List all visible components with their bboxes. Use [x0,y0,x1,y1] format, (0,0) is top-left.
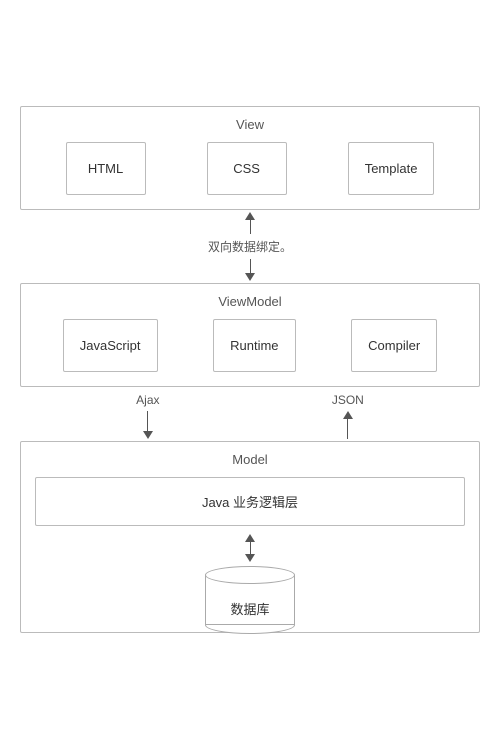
binding-arrow-section: 双向数据绑定。 [20,212,480,281]
diagram: View HTML CSS Template 双向数据绑定。 ViewModel… [20,106,480,633]
model-layer: Model Java 业务逻辑层 数据库 [20,441,480,633]
binding-label: 双向数据绑定。 [208,238,292,255]
arrow-head-down [245,273,255,281]
json-arrow-head [343,411,353,419]
database-cylinder: 数据库 [205,566,295,618]
javascript-box: JavaScript [63,319,158,372]
java-box: Java 业务逻辑层 [35,477,465,526]
arrow-head-up [245,212,255,220]
cyl-top [205,566,295,584]
double-arrow-down [245,259,255,281]
compiler-box: Compiler [351,319,437,372]
db-arrow-line [250,542,251,554]
ajax-arrow: Ajax [136,389,159,439]
split-arrow-section: Ajax JSON [20,389,480,439]
ajax-arrow-line [147,411,148,431]
json-arrow: JSON [332,389,364,439]
db-double-arrow [245,534,255,562]
arrow-line-down [250,259,251,273]
runtime-box: Runtime [213,319,295,372]
arrow-down [245,259,255,281]
ajax-arrow-head [143,431,153,439]
template-box: Template [348,142,435,195]
viewmodel-inner-boxes: JavaScript Runtime Compiler [35,319,465,372]
html-box: HTML [66,142,146,195]
db-container: 数据库 [35,534,465,618]
viewmodel-layer: ViewModel JavaScript Runtime Compiler [20,283,480,387]
double-arrow [245,212,255,234]
view-layer: View HTML CSS Template [20,106,480,210]
arrow-up [245,212,255,234]
db-arrow-head-up [245,534,255,542]
viewmodel-label: ViewModel [35,294,465,309]
ajax-label: Ajax [136,393,159,407]
css-box: CSS [207,142,287,195]
db-label: 数据库 [230,599,269,618]
json-arrow-line [347,419,348,439]
view-label: View [35,117,465,132]
view-inner-boxes: HTML CSS Template [35,142,465,195]
arrow-line-up [250,220,251,234]
json-label: JSON [332,393,364,407]
db-arrow-head-down [245,554,255,562]
model-label: Model [35,452,465,467]
